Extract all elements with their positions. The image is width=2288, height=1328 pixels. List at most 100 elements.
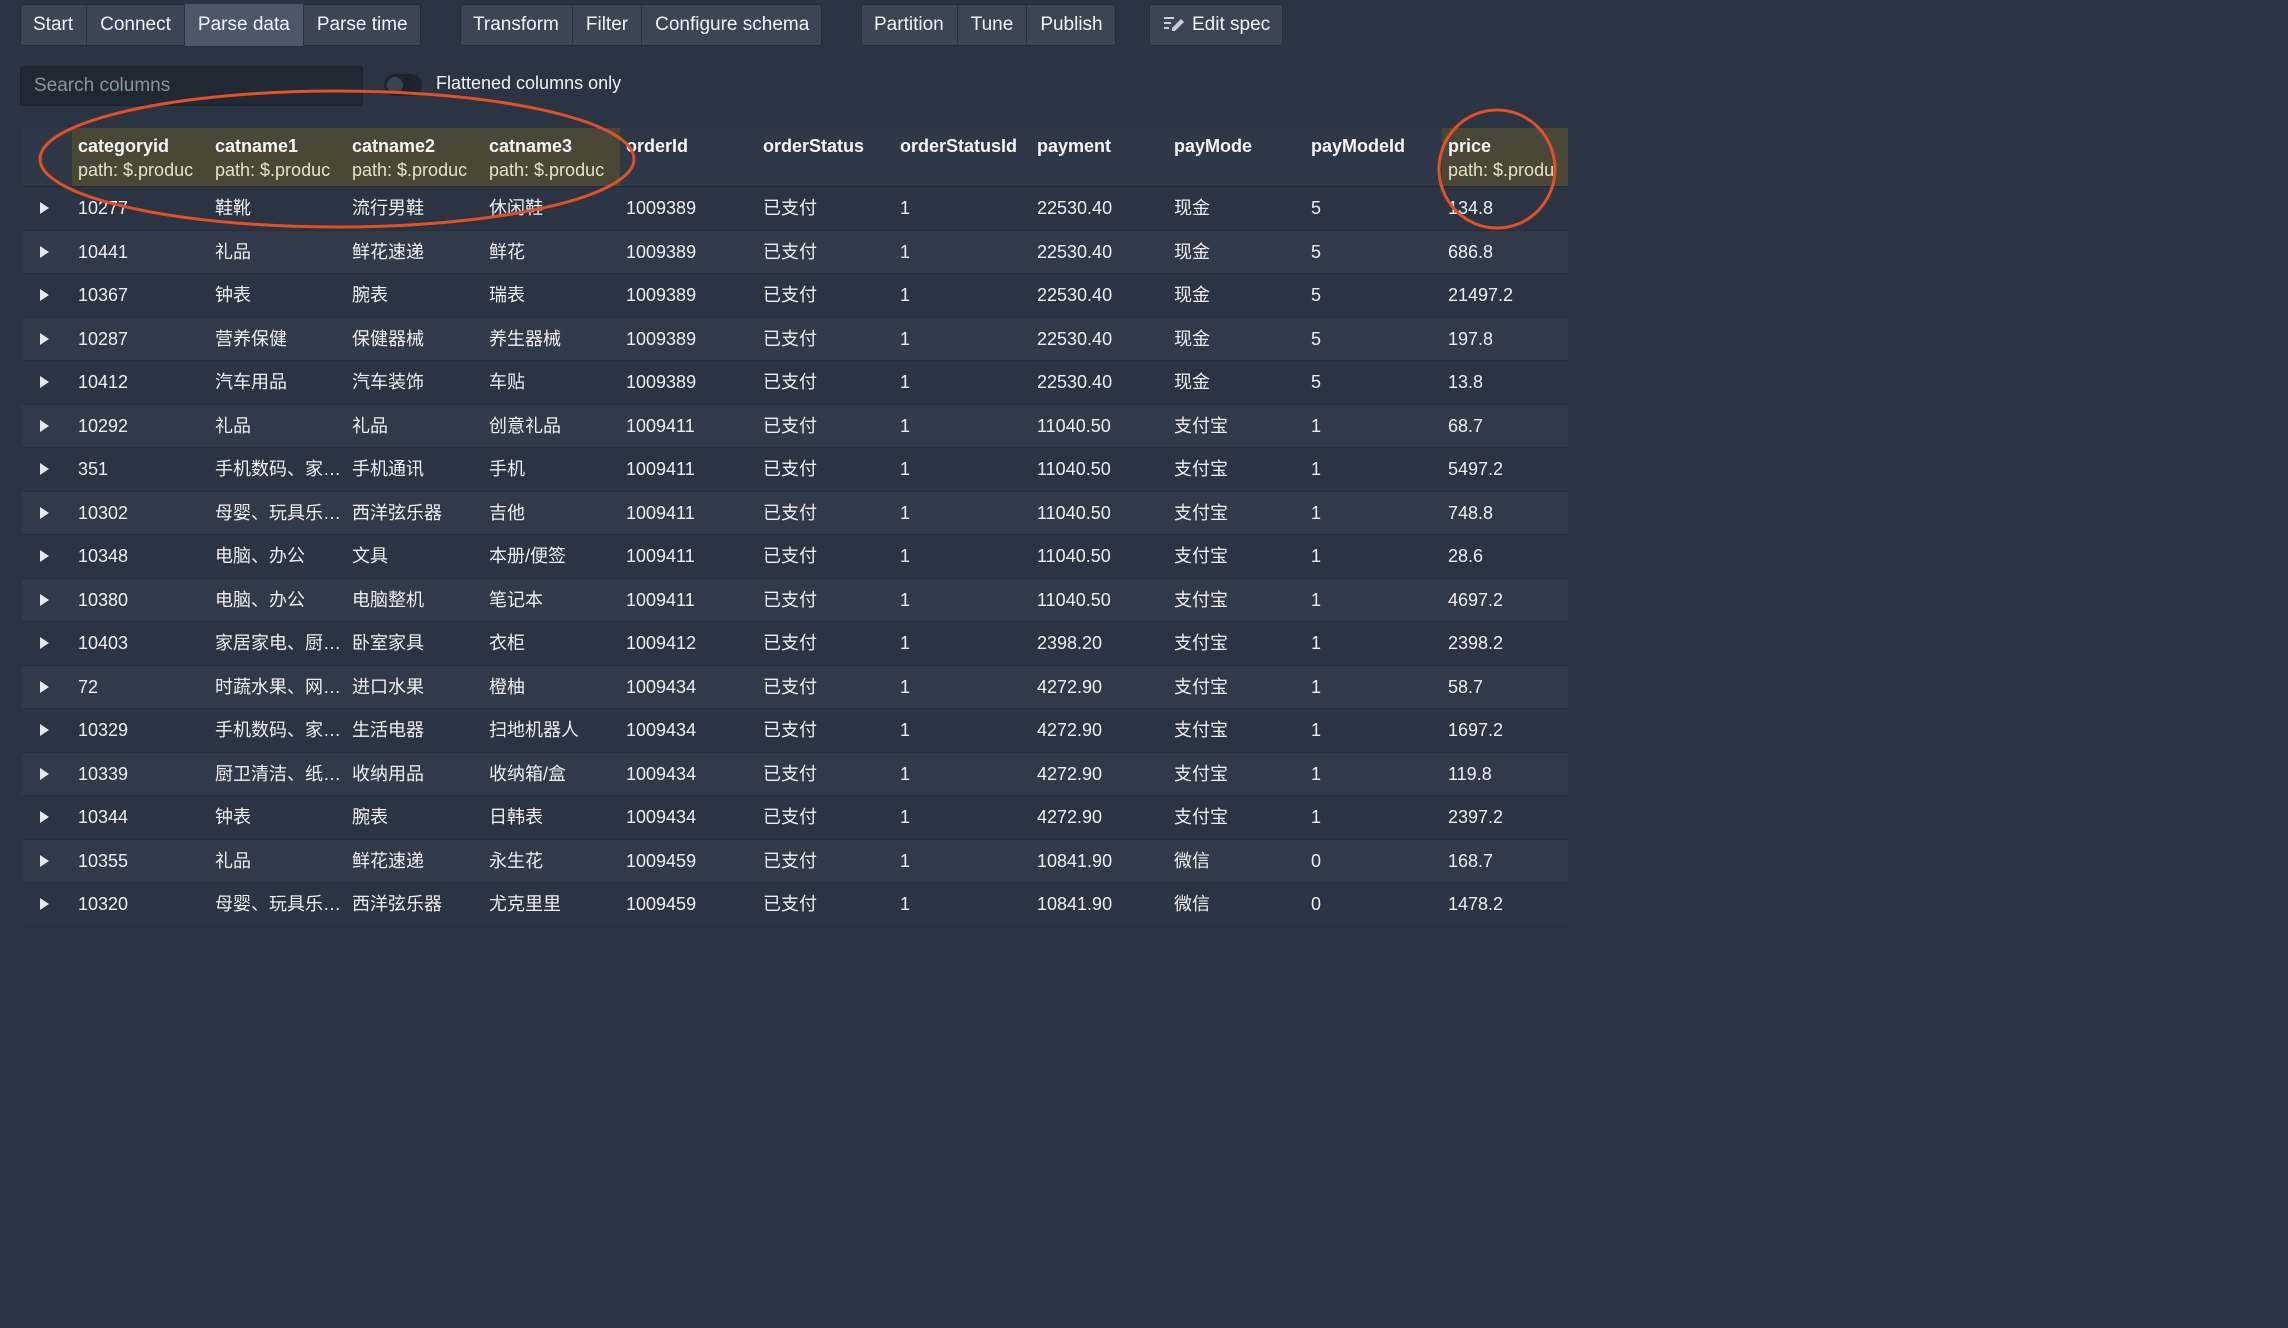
table-cell: 1: [900, 546, 911, 566]
table-cell: 保健器械: [352, 328, 424, 349]
tab-parse-data[interactable]: Parse data: [184, 4, 304, 46]
column-header-paymodeid[interactable]: payModeId: [1305, 128, 1442, 186]
table-cell: 本册/便签: [489, 546, 567, 566]
flattened-columns-toggle[interactable]: [384, 74, 422, 96]
column-header-paymode[interactable]: payMode: [1168, 128, 1305, 186]
table-cell: 1: [900, 894, 911, 914]
table-cell: 现金: [1174, 372, 1210, 392]
table-cell: 支付宝: [1174, 589, 1228, 610]
table-cell: 微信: [1174, 894, 1210, 914]
table-cell: 168.7: [1448, 850, 1494, 871]
table-row[interactable]: 10277 鞋靴 流行男鞋 休闲鞋 1009389 已支付 1 22530.40 现金 5 134.…: [22, 187, 1568, 231]
expand-row-icon[interactable]: [40, 680, 49, 693]
column-path: path: $.produc: [352, 160, 468, 180]
search-columns-input[interactable]: [20, 66, 363, 106]
tab-publish[interactable]: Publish: [1027, 4, 1115, 46]
table-row[interactable]: 10344 钟表 腕表 日韩表 1009434 已支付 1 4272.90 支付宝 1 2397.2: [22, 796, 1568, 840]
expand-row-icon[interactable]: [40, 245, 49, 258]
table-row[interactable]: 10367 钟表 腕表 瑞表 1009389 已支付 1 22530.40 现金 5 21497.2: [22, 274, 1568, 318]
table-cell: 瑞表: [489, 285, 525, 305]
expand-row-icon[interactable]: [40, 593, 49, 606]
table-cell: 10344: [78, 807, 129, 827]
column-name: catname2: [352, 136, 436, 156]
table-cell: 已支付: [763, 546, 817, 566]
table-row[interactable]: 10380 电脑、办公 电脑整机 笔记本 1009411 已支付 1 11040.50 支付宝 1…: [22, 578, 1568, 622]
table-cell: 0: [1311, 894, 1322, 914]
tab-parse-time[interactable]: Parse time: [304, 4, 421, 46]
table-cell: 5: [1311, 285, 1322, 305]
table-row[interactable]: 351 手机数码、家… 手机通讯 手机 1009411 已支付 1 11040.50 支付宝 1 5…: [22, 448, 1568, 492]
tab-transform[interactable]: Transform: [460, 4, 573, 46]
table-cell: 钟表: [215, 285, 251, 305]
edit-spec-button[interactable]: Edit spec: [1149, 4, 1283, 46]
column-header-catname1[interactable]: catname1 path: $.produc: [209, 128, 346, 186]
table-cell: 车贴: [489, 372, 525, 392]
table-cell: 西洋弦乐器: [352, 894, 442, 914]
expand-row-icon[interactable]: [40, 332, 49, 345]
table-cell: 1009434: [626, 676, 697, 697]
table-cell: 1: [900, 459, 911, 479]
expand-row-icon[interactable]: [40, 550, 49, 562]
table-cell: 68.7: [1448, 415, 1484, 436]
tab-connect[interactable]: Connect: [87, 4, 185, 46]
table-row[interactable]: 10320 母婴、玩具乐… 西洋弦乐器 尤克里里 1009459 已支付 1 10841.90…: [22, 883, 1568, 927]
table-row[interactable]: 10329 手机数码、家… 生活电器 扫地机器人 1009434 已支付 1 4272.90 支…: [22, 709, 1568, 753]
table-row[interactable]: 10302 母婴、玩具乐… 西洋弦乐器 吉他 1009411 已支付 1 11040.50 支付…: [22, 491, 1568, 535]
table-cell: 电脑整机: [352, 589, 424, 610]
table-cell: 1009434: [626, 720, 697, 740]
table-cell: 现金: [1174, 328, 1210, 349]
table-cell: 已支付: [763, 241, 817, 262]
column-header-catname3[interactable]: catname3 path: $.produc: [483, 128, 620, 186]
table-cell: 已支付: [763, 589, 817, 610]
table-cell: 1: [1311, 546, 1322, 566]
table-cell: 已支付: [763, 807, 817, 827]
table-row[interactable]: 10441 礼品 鲜花速递 鲜花 1009389 已支付 1 22530.40 现金 5 686.8: [22, 230, 1568, 274]
table-row[interactable]: 10403 家居家电、厨… 卧室家具 衣柜 1009412 已支付 1 2398.20 支付宝 1…: [22, 622, 1568, 666]
tab-configure-schema[interactable]: Configure schema: [642, 4, 822, 46]
table-cell: 支付宝: [1174, 546, 1228, 566]
column-path: path: $.produ: [1448, 160, 1555, 180]
expand-row-icon[interactable]: [40, 898, 49, 910]
tab-start[interactable]: Start: [20, 4, 88, 46]
column-header-payment[interactable]: payment: [1031, 128, 1168, 186]
table-cell: 351: [78, 459, 109, 479]
table-cell: 5: [1311, 241, 1322, 262]
tab-partition[interactable]: Partition: [861, 4, 958, 46]
tab-tune[interactable]: Tune: [958, 4, 1028, 46]
column-header-categoryid[interactable]: categoryid path: $.produc: [72, 128, 209, 186]
expand-row-icon[interactable]: [40, 376, 49, 388]
table-cell: 11040.50: [1037, 502, 1111, 523]
column-header-price[interactable]: price path: $.produ: [1442, 128, 1568, 186]
expand-row-icon[interactable]: [40, 724, 49, 736]
table-row[interactable]: 10339 厨卫清洁、纸… 收纳用品 收纳箱/盒 1009434 已支付 1 4272.90 支…: [22, 752, 1568, 796]
table-row[interactable]: 10412 汽车用品 汽车装饰 车贴 1009389 已支付 1 22530.40 现金 5 13.…: [22, 361, 1568, 405]
expand-row-icon[interactable]: [40, 506, 49, 519]
table-row[interactable]: 10292 礼品 礼品 创意礼品 1009411 已支付 1 11040.50 支付宝 1 68.7: [22, 404, 1568, 448]
expand-row-icon[interactable]: [40, 463, 49, 475]
table-row[interactable]: 10355 礼品 鲜花速递 永生花 1009459 已支付 1 10841.90 微信 0 168.…: [22, 839, 1568, 883]
expand-row-icon[interactable]: [40, 637, 49, 649]
table-cell: 5: [1311, 372, 1322, 392]
table-row[interactable]: 10287 营养保健 保健器械 养生器械 1009389 已支付 1 22530.40 现金 5 1…: [22, 317, 1568, 361]
table-row[interactable]: 72 时蔬水果、网… 进口水果 橙柚 1009434 已支付 1 4272.90 支付宝 1 58.…: [22, 665, 1568, 709]
expand-row-icon[interactable]: [40, 202, 49, 214]
table-cell: 10367: [78, 285, 129, 305]
table-row[interactable]: 10348 电脑、办公 文具 本册/便签 1009411 已支付 1 11040.50 支付宝 1…: [22, 535, 1568, 579]
expand-row-icon[interactable]: [40, 419, 49, 432]
table-cell: 腕表: [352, 285, 388, 305]
tab-filter[interactable]: Filter: [573, 4, 643, 46]
column-header-catname2[interactable]: catname2 path: $.produc: [346, 128, 483, 186]
table-cell: 进口水果: [352, 676, 424, 697]
expand-row-icon[interactable]: [40, 767, 49, 780]
table-cell: 1: [900, 807, 911, 827]
expand-row-icon[interactable]: [40, 289, 49, 301]
expand-row-icon[interactable]: [40, 811, 49, 823]
expand-row-icon[interactable]: [40, 854, 49, 867]
table-cell: 22530.40: [1037, 328, 1113, 349]
table-cell: 28.6: [1448, 546, 1484, 566]
table-cell: 22530.40: [1037, 372, 1113, 392]
column-header-orderid[interactable]: orderId: [620, 128, 757, 186]
table-cell: 支付宝: [1174, 807, 1228, 827]
column-header-orderstatus[interactable]: orderStatus: [757, 128, 894, 186]
column-header-orderstatusid[interactable]: orderStatusId: [894, 128, 1031, 186]
